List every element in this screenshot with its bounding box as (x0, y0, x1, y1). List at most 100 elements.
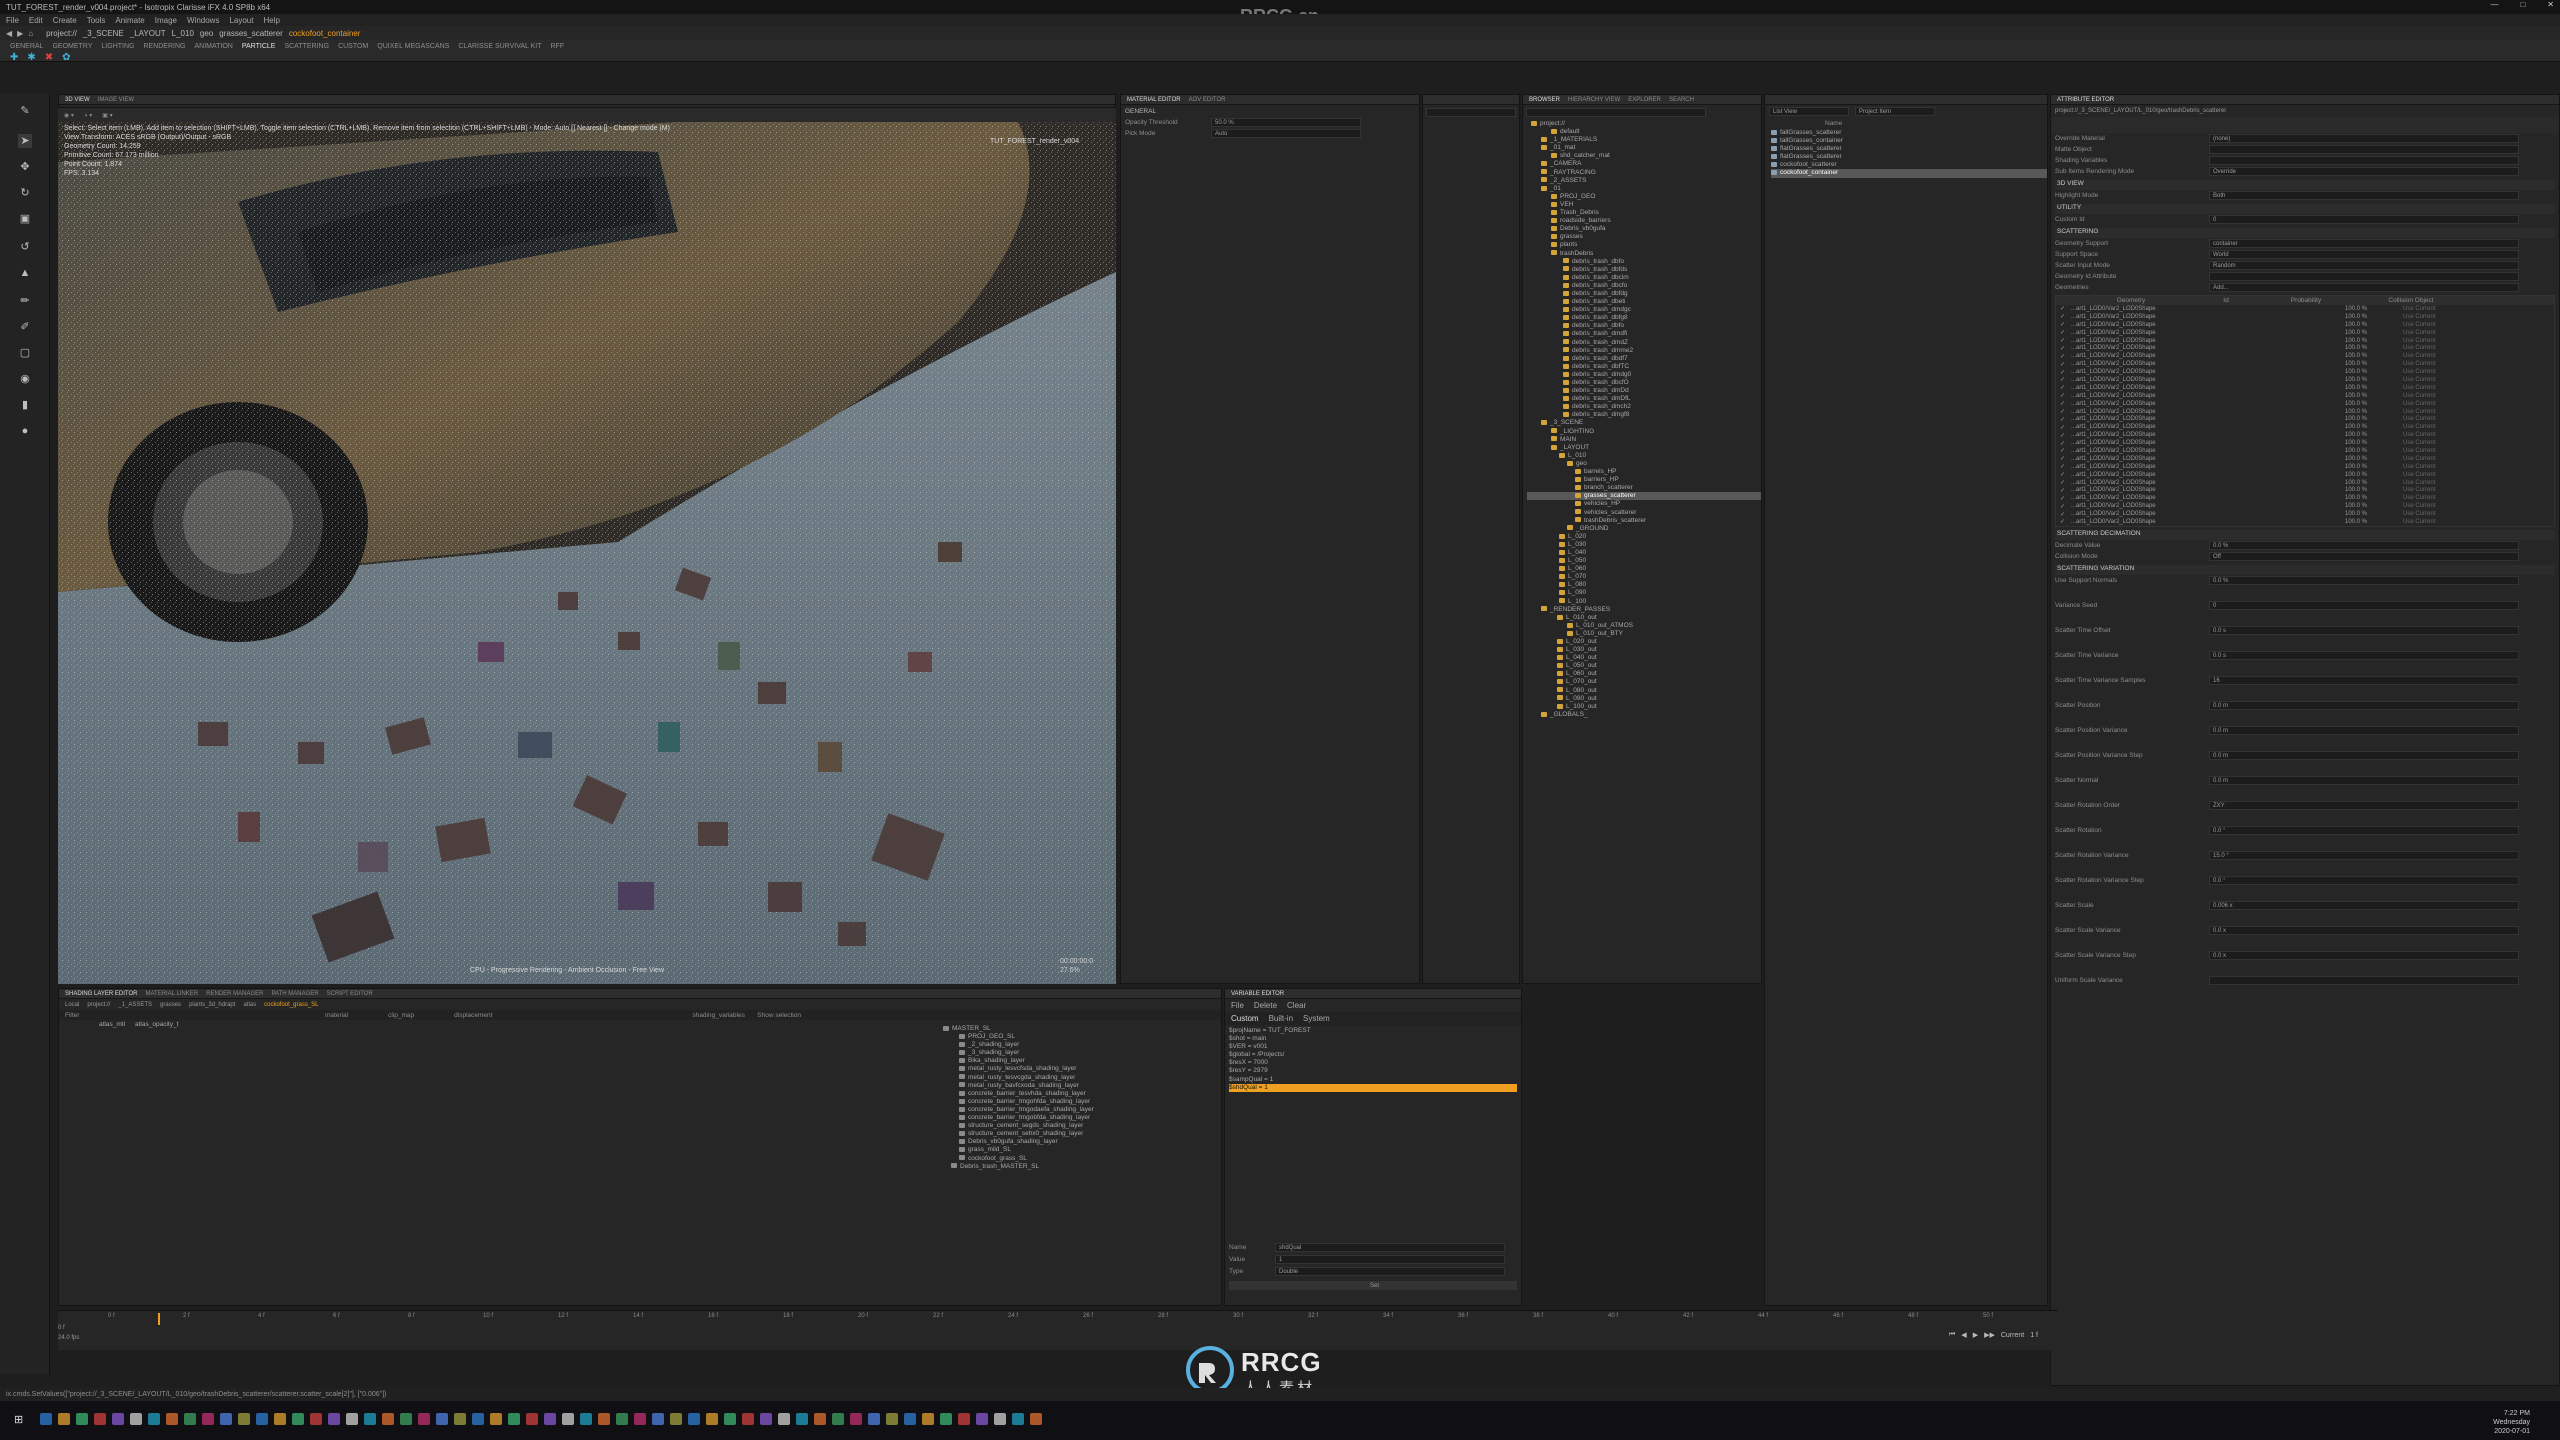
taskbar-app-icon[interactable] (472, 1413, 484, 1425)
shading-path-segment[interactable]: grasses (160, 1002, 181, 1008)
variable-tab[interactable]: Custom (1231, 1014, 1259, 1023)
3d-viewport[interactable] (58, 122, 1116, 984)
menu-create[interactable]: Create (53, 16, 77, 25)
geometry-row[interactable]: ✓ ...art1_LOD0/Var2_LOD0Shape 100.0 % Use C… (2056, 368, 2554, 376)
shelf-tab[interactable]: SCATTERING (284, 43, 329, 50)
attribute-value[interactable]: (none) (2209, 134, 2519, 143)
attribute-section[interactable]: SCATTERING (2055, 228, 2555, 238)
browser-tree-item[interactable]: debris_trash_dbcim (1527, 274, 1761, 282)
taskbar-app-icon[interactable] (1030, 1413, 1042, 1425)
taskbar-app-icon[interactable] (112, 1413, 124, 1425)
attribute-value[interactable]: 0.0 s (2209, 650, 2519, 660)
path-segment[interactable]: project:// (46, 29, 77, 38)
check-icon[interactable]: ✓ (2060, 495, 2065, 502)
browser-tree-item[interactable]: Trash_Debris (1527, 209, 1761, 217)
taskbar-app-icon[interactable] (256, 1413, 268, 1425)
taskbar-app-icon[interactable] (616, 1413, 628, 1425)
geometry-row[interactable]: ✓ ...art1_LOD0/Var2_LOD0Shape 100.0 % Use C… (2056, 479, 2554, 487)
preview-search[interactable] (1426, 108, 1516, 117)
check-icon[interactable]: ✓ (2060, 369, 2065, 376)
shading-tree-item[interactable]: structure_cement_sehx0_shading_layer (939, 1130, 1219, 1138)
shelf-tab[interactable]: ANIMATION (194, 43, 232, 50)
variable-item[interactable]: $sampQual = 1 (1229, 1076, 1517, 1084)
geometry-collision[interactable]: Use Current (2403, 353, 2435, 359)
shading-tree-item[interactable]: cockofoot_grass_SL (939, 1155, 1219, 1163)
geometry-probability[interactable]: 100.0 % (2227, 393, 2367, 399)
geometry-row[interactable]: ✓ ...art1_LOD0/Var2_LOD0Shape 100.0 % Use C… (2056, 431, 2554, 439)
browser-tree-item[interactable]: trashDebris (1527, 250, 1761, 258)
color-swatch-icon[interactable]: ● (18, 424, 32, 438)
variable-menu-item[interactable]: Delete (1254, 1001, 1277, 1010)
geometry-row[interactable]: ✓ ...art1_LOD0/Var2_LOD0Shape 100.0 % Use C… (2056, 494, 2554, 502)
geometry-row[interactable]: ✓ ...art1_LOD0/Var2_LOD0Shape 100.0 % Use C… (2056, 360, 2554, 368)
menu-layout[interactable]: Layout (229, 16, 253, 25)
timeline[interactable]: 0 f 2 f 4 f 6 f 8 f 10 f 12 f 14 f 16 f 18 f 20 f 2… (58, 1310, 2058, 1350)
shading-tree-item[interactable]: Debris_trash_MASTER_SL (939, 1163, 1219, 1171)
check-icon[interactable]: ✓ (2060, 518, 2065, 525)
geometry-collision[interactable]: Use Current (2403, 416, 2435, 422)
attribute-value[interactable]: 0.0 x (2209, 925, 2519, 935)
viewport-tab[interactable]: 3D VIEW (65, 97, 90, 103)
shading-tree-item[interactable]: structure_cement_segds_shading_layer (939, 1122, 1219, 1130)
browser-tree-item[interactable]: L_100 (1527, 598, 1761, 606)
check-icon[interactable]: ✓ (2060, 416, 2065, 423)
taskbar-app-icon[interactable] (292, 1413, 304, 1425)
geometry-row[interactable]: ✓ ...art1_LOD0/Var2_LOD0Shape 100.0 % Use C… (2056, 400, 2554, 408)
browser-tree-item[interactable]: L_090_out (1527, 695, 1761, 703)
geometry-row[interactable]: ✓ ...art1_LOD0/Var2_LOD0Shape 100.0 % Use C… (2056, 471, 2554, 479)
browser-tree-item[interactable]: VEH (1527, 201, 1761, 209)
taskbar-app-icon[interactable] (976, 1413, 988, 1425)
browser-tree-item[interactable]: debris_trash_dbfds (1527, 266, 1761, 274)
shading-tree-item[interactable]: concrete_barrier_tmgobfda_shading_layer (939, 1114, 1219, 1122)
taskbar-app-icon[interactable] (130, 1413, 142, 1425)
undo-icon[interactable]: ↺ (18, 240, 32, 254)
taskbar-app-icon[interactable] (364, 1413, 376, 1425)
geometry-collision[interactable]: Use Current (2403, 472, 2435, 478)
taskbar-app-icon[interactable] (166, 1413, 178, 1425)
browser-tree-item[interactable]: debris_trash_dmgf8 (1527, 411, 1761, 419)
geometry-row[interactable]: ✓ ...art1_LOD0/Var2_LOD0Shape 100.0 % Use C… (2056, 502, 2554, 510)
taskbar-app-icon[interactable] (346, 1413, 358, 1425)
list-view-dropdown[interactable]: Project Item (1855, 107, 1935, 116)
geometry-row[interactable]: ✓ ...art1_LOD0/Var2_LOD0Shape 100.0 % Use C… (2056, 392, 2554, 400)
check-icon[interactable]: ✓ (2060, 432, 2065, 439)
taskbar-app-icon[interactable] (508, 1413, 520, 1425)
check-icon[interactable]: ✓ (2060, 345, 2065, 352)
attribute-section[interactable]: SCATTERING DECIMATION (2055, 529, 2555, 540)
attribute-value[interactable]: 0 (2209, 215, 2519, 224)
shading-tree-item[interactable]: metal_rusty_lesvcfsda_shading_layer (939, 1065, 1219, 1073)
taskbar-app-icon[interactable] (310, 1413, 322, 1425)
geometry-collision[interactable]: Use Current (2403, 495, 2435, 501)
browser-tree-item[interactable]: debris_trash_dmDd (1527, 387, 1761, 395)
shelf-tab[interactable]: CLARISSE SURVIVAL KIT (458, 43, 541, 50)
check-icon[interactable]: ✓ (2060, 479, 2065, 486)
browser-tree-item[interactable]: L_010_out_ATMOS (1527, 622, 1761, 630)
geometry-probability[interactable]: 100.0 % (2227, 472, 2367, 478)
attribute-value[interactable]: 0 (2209, 600, 2519, 610)
browser-tree-item[interactable]: grasses (1527, 233, 1761, 241)
browser-tab[interactable]: BROWSER (1529, 97, 1560, 103)
attribute-value[interactable]: 0.0 ° (2209, 875, 2519, 885)
attribute-value[interactable]: 0.0 m (2209, 775, 2519, 785)
attribute-value[interactable]: container (2209, 239, 2519, 248)
attribute-value[interactable]: 0.006 x (2209, 900, 2519, 910)
browser-tree-item[interactable]: vehicles_scatterer (1527, 509, 1761, 517)
browser-tree-item[interactable]: _1_MATERIALS (1527, 136, 1761, 144)
browser-tree-item[interactable]: _LIGHTING (1527, 428, 1761, 436)
shading-tab[interactable]: RENDER MANAGER (206, 991, 263, 997)
shading-tree-item[interactable]: _3_shading_layer (939, 1049, 1219, 1057)
browser-tree-item[interactable]: project:// (1527, 120, 1761, 128)
taskbar-app-icon[interactable] (832, 1413, 844, 1425)
geometry-row[interactable]: ✓ ...art1_LOD0/Var2_LOD0Shape 100.0 % Use C… (2056, 518, 2554, 526)
next-frame-icon[interactable]: ▶▶ (1984, 1331, 1995, 1339)
browser-tree-item[interactable]: L_010_out (1527, 614, 1761, 622)
check-icon[interactable]: ✓ (2060, 511, 2065, 518)
geometry-probability[interactable]: 100.0 % (2227, 503, 2367, 509)
material-tab[interactable]: MATERIAL EDITOR (1127, 97, 1181, 103)
taskbar-app-icon[interactable] (436, 1413, 448, 1425)
browser-tree-item[interactable]: geo (1527, 460, 1761, 468)
path-segment[interactable]: L_010 (172, 29, 194, 38)
geometry-collision[interactable]: Use Current (2403, 409, 2435, 415)
shading-tree-item[interactable]: grass_mild_SL (939, 1146, 1219, 1154)
geometry-row[interactable]: ✓ ...art1_LOD0/Var2_LOD0Shape 100.0 % Use C… (2056, 439, 2554, 447)
